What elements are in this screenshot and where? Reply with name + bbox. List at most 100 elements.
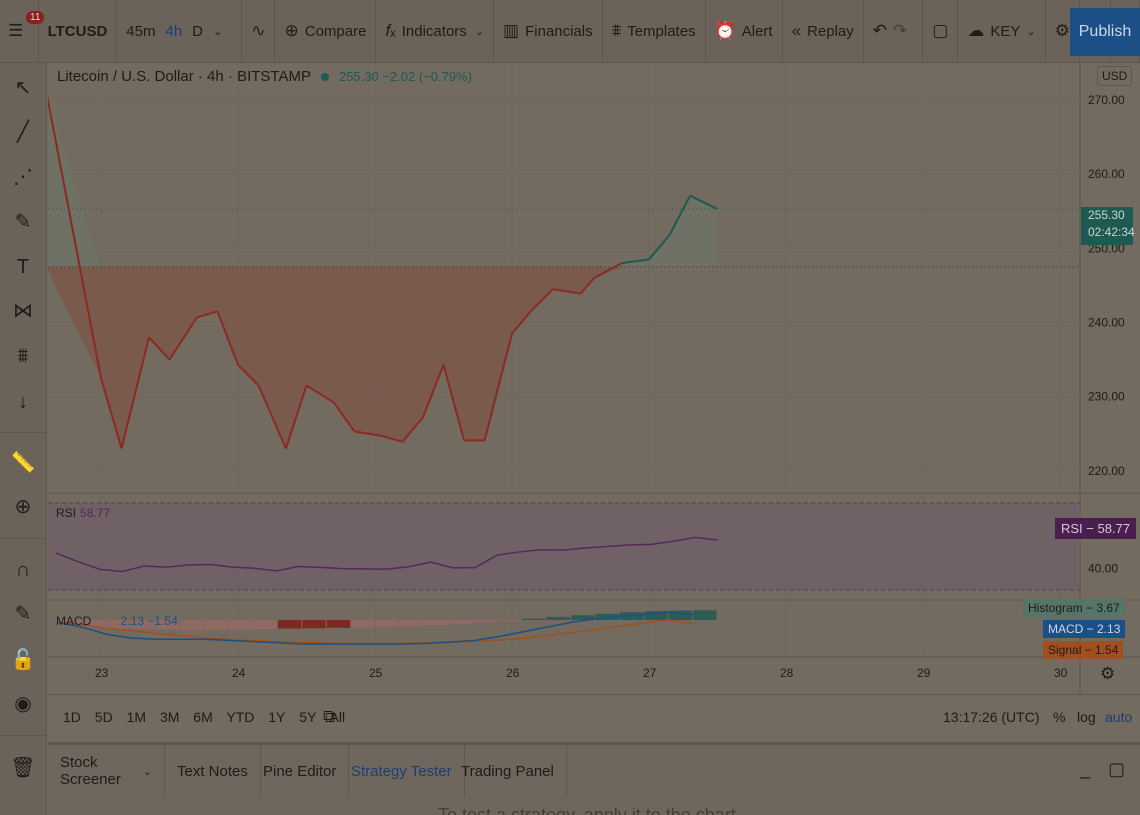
tab-trading-panel[interactable]: Trading Panel bbox=[449, 745, 567, 797]
arrow-down-icon[interactable]: ↓ bbox=[10, 389, 36, 415]
chart-style-icon: ∿ bbox=[251, 21, 266, 40]
range-6m[interactable]: 6M bbox=[193, 709, 212, 725]
rsi-name: RSI bbox=[56, 506, 77, 520]
rewind-icon: « bbox=[791, 21, 802, 40]
range-5d[interactable]: 5D bbox=[95, 709, 113, 725]
tab-stock-screener[interactable]: Stock Screener ⌄ bbox=[48, 745, 165, 797]
macd-tag: MACD − 2.13 bbox=[1043, 620, 1126, 638]
y-tick-label: 240.00 bbox=[1088, 315, 1125, 329]
templates-icon: ⩨ bbox=[611, 21, 622, 40]
chart-type-button[interactable]: ∿ bbox=[242, 0, 276, 63]
financials-button[interactable]: ▥ Financials bbox=[494, 0, 603, 63]
undo-redo: ↶ ↷ bbox=[864, 0, 924, 63]
range-1d[interactable]: 1D bbox=[63, 709, 81, 725]
goto-date-icon[interactable]: ⧉ bbox=[323, 707, 335, 727]
indicators-button[interactable]: fₓ Indicators ⌄ bbox=[376, 0, 495, 63]
publish-button[interactable]: Publish bbox=[1070, 8, 1140, 56]
magnet-icon[interactable]: ∩ bbox=[10, 557, 36, 583]
main-menu-button[interactable]: ☰ 11 bbox=[0, 0, 45, 63]
interval-4h[interactable]: 4h bbox=[165, 23, 182, 40]
macd-histogram-bar bbox=[351, 620, 375, 628]
macd-histogram-bar bbox=[228, 620, 253, 630]
macd-histogram-bar bbox=[204, 620, 228, 631]
range-3m[interactable]: 3M bbox=[160, 709, 179, 725]
macd-histogram-bar bbox=[497, 620, 522, 622]
minimize-panel-icon[interactable]: _ bbox=[1080, 759, 1090, 780]
rsi-band bbox=[48, 503, 1080, 590]
forecast-icon[interactable]: ⩩ bbox=[10, 343, 36, 369]
macd-histogram-bar bbox=[546, 616, 570, 620]
fullscreen-layout-button[interactable]: ▢ bbox=[923, 0, 959, 63]
price-change: 255.30 −2.02 (−0.79%) bbox=[338, 69, 472, 84]
square-icon: ▢ bbox=[932, 21, 949, 40]
chart-settings-icon[interactable]: ⚙ bbox=[1100, 664, 1115, 684]
interval-45m[interactable]: 45m bbox=[126, 23, 155, 40]
layout-name: KEY bbox=[990, 22, 1021, 40]
range-1y[interactable]: 1Y bbox=[268, 709, 285, 725]
fx-icon: fₓ bbox=[385, 21, 396, 40]
tab-text-notes[interactable]: Text Notes bbox=[165, 745, 261, 797]
fib-tool-icon[interactable]: ⋰ bbox=[10, 164, 36, 190]
range-ytd[interactable]: YTD bbox=[226, 709, 254, 725]
maximize-panel-icon[interactable]: ▢ bbox=[1108, 759, 1125, 780]
tab-pine-editor[interactable]: Pine Editor bbox=[251, 745, 350, 797]
log-scale-toggle[interactable]: log bbox=[1077, 709, 1096, 725]
toolbar-divider bbox=[0, 538, 46, 539]
below-baseline-fill bbox=[48, 266, 718, 449]
trash-icon[interactable]: 🗑 bbox=[10, 755, 36, 781]
rsi-value: 58.77 bbox=[80, 506, 111, 520]
alarm-clock-icon: ⏰ bbox=[714, 21, 736, 40]
percent-scale-toggle[interactable]: % bbox=[1053, 709, 1065, 725]
strategy-hint: To test a strategy, apply it to the char… bbox=[438, 805, 736, 815]
undo-icon[interactable]: ↶ bbox=[873, 21, 887, 41]
alert-label: Alert bbox=[741, 22, 773, 40]
eye-icon[interactable]: ◉ bbox=[10, 691, 36, 717]
tab-strategy-tester[interactable]: Strategy Tester bbox=[339, 745, 465, 797]
rsi-price-tag: RSI − 58.77 bbox=[1055, 518, 1137, 539]
bar-countdown: 02:42:34 bbox=[1088, 225, 1135, 239]
x-tick-label: 25 bbox=[369, 666, 383, 680]
indicators-label: Indicators bbox=[401, 22, 467, 40]
redo-icon[interactable]: ↷ bbox=[893, 21, 907, 41]
text-tool-icon[interactable]: T bbox=[10, 254, 36, 280]
lock-drawing-icon[interactable]: ✎ bbox=[10, 601, 36, 627]
price-chart[interactable]: 270.00260.00250.00240.00230.00220.0023 24… bbox=[48, 63, 1140, 694]
cursor-icon[interactable]: ↖ bbox=[10, 75, 36, 101]
plus-circle-icon: ⊕ bbox=[284, 21, 299, 40]
range-selector: 1D 5D 1M 3M 6M YTD 1Y 5Y All bbox=[63, 709, 355, 725]
macd-histogram-bar bbox=[277, 620, 302, 629]
bottom-panel: Stock Screener ⌄ Text Notes Pine Editor S… bbox=[48, 742, 1140, 815]
interval-d[interactable]: D bbox=[192, 23, 203, 40]
lock-icon[interactable]: 🔓 bbox=[10, 647, 36, 673]
range-1m[interactable]: 1M bbox=[127, 709, 146, 725]
macd-histogram-bar bbox=[302, 620, 326, 629]
drawing-toolbar: ↖ ╱ ⋰ ✎ T ⋈ ⩩ ↓ 📏 ⊕ ∩ ✎ 🔓 ◉ 🗑 bbox=[0, 63, 47, 815]
range-5y[interactable]: 5Y bbox=[299, 709, 316, 725]
alert-button[interactable]: ⏰ Alert bbox=[706, 0, 783, 63]
symbol-search[interactable]: LTCUSD bbox=[39, 0, 118, 63]
rsi-axis-label: 40.00 bbox=[1088, 561, 1118, 575]
y-tick-label: 270.00 bbox=[1088, 93, 1125, 107]
templates-button[interactable]: ⩨ Templates bbox=[603, 0, 706, 63]
rsi-legend: RSI 58.77 bbox=[56, 506, 110, 520]
compare-button[interactable]: ⊕ Compare bbox=[275, 0, 377, 63]
currency-button[interactable]: USD bbox=[1097, 66, 1133, 86]
chart-legend: Litecoin / U.S. Dollar · 4h · BITSTAMP 2… bbox=[57, 68, 472, 85]
macd-histogram-bar bbox=[522, 618, 546, 620]
pattern-icon[interactable]: ⋈ bbox=[10, 298, 36, 324]
brush-icon[interactable]: ✎ bbox=[10, 209, 36, 235]
zoom-in-icon[interactable]: ⊕ bbox=[10, 494, 36, 520]
x-tick-label: 24 bbox=[232, 666, 246, 680]
macd-histogram-bar bbox=[448, 620, 473, 625]
ruler-icon[interactable]: 📏 bbox=[10, 450, 36, 476]
x-tick-label: 29 bbox=[917, 666, 931, 680]
clock-time[interactable]: 13:17:26 (UTC) bbox=[943, 709, 1039, 725]
layout-button[interactable]: ☁ KEY ⌄ bbox=[958, 0, 1046, 63]
auto-scale-toggle[interactable]: auto bbox=[1105, 709, 1132, 725]
hamburger-icon: ☰ bbox=[8, 21, 24, 40]
trendline-icon[interactable]: ╱ bbox=[10, 119, 36, 145]
chevron-down-icon[interactable]: ⌄ bbox=[213, 25, 222, 38]
interval-selector[interactable]: 45m 4h D ⌄ bbox=[117, 0, 243, 63]
replay-button[interactable]: « Replay bbox=[783, 0, 864, 63]
y-tick-label: 230.00 bbox=[1088, 390, 1125, 404]
